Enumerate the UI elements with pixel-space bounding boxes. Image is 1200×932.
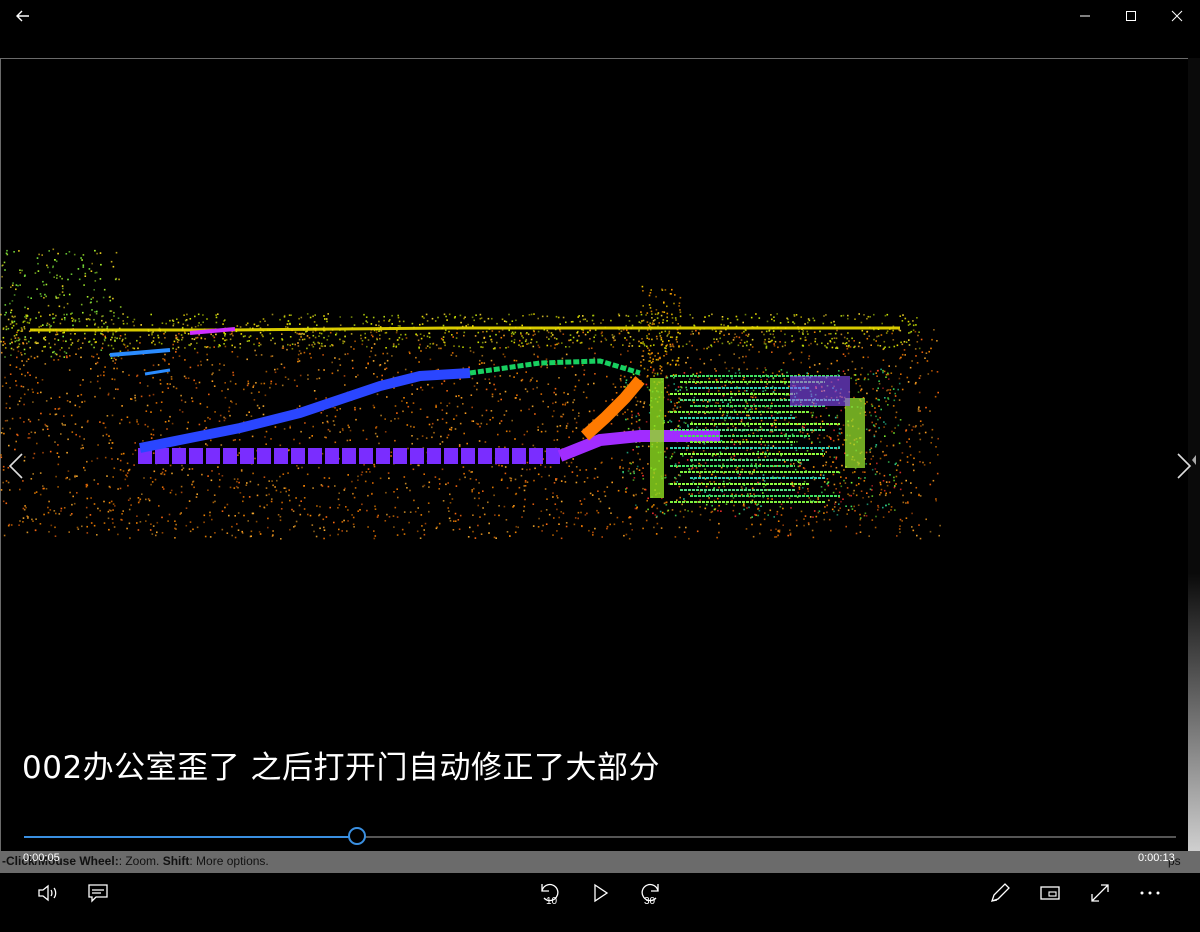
chevron-left-icon	[8, 453, 23, 479]
previous-button[interactable]	[4, 450, 28, 482]
total-time: 0:00:13	[1138, 852, 1175, 864]
chevron-right-icon	[1177, 453, 1192, 479]
hint-text-2: : More options.	[189, 854, 269, 868]
back-button[interactable]	[0, 0, 46, 32]
seek-progress	[24, 836, 357, 838]
fullscreen-icon	[1091, 884, 1109, 902]
rewind-10-icon: 10	[541, 883, 559, 906]
seek-thumb[interactable]	[347, 827, 366, 845]
back-arrow-icon	[16, 10, 29, 22]
maximize-button[interactable]	[1108, 0, 1154, 32]
title-bar	[0, 0, 1200, 32]
volume-button[interactable]	[28, 873, 68, 913]
point-cloud-map	[0, 248, 941, 540]
rewind-button[interactable]: 10	[530, 873, 570, 913]
close-button[interactable]	[1154, 0, 1200, 32]
maximize-icon	[1126, 11, 1136, 21]
forward-button[interactable]: 30	[630, 873, 670, 913]
play-icon	[594, 883, 609, 903]
edit-button[interactable]	[980, 873, 1020, 913]
current-time: 0:00:05	[23, 852, 60, 864]
more-button[interactable]	[1130, 873, 1170, 913]
forward-30-icon: 30	[641, 883, 659, 906]
mini-view-icon	[1040, 886, 1060, 900]
hint-text-1: : Zoom.	[118, 854, 163, 868]
fullscreen-button[interactable]	[1080, 873, 1120, 913]
hint-bold-1: -Click/Mouse Wheel:	[2, 854, 119, 868]
captions-icon	[88, 884, 108, 903]
edit-icon	[990, 883, 1010, 903]
minimize-icon	[1080, 15, 1090, 17]
minimize-button[interactable]	[1062, 0, 1108, 32]
hint-bold-2: Shift	[162, 854, 190, 868]
next-button[interactable]	[1172, 450, 1196, 482]
volume-icon	[38, 884, 57, 902]
mini-view-button[interactable]	[1030, 873, 1070, 913]
more-icon	[1140, 891, 1160, 895]
close-icon	[1171, 10, 1183, 22]
captions-button[interactable]	[78, 873, 118, 913]
video-subtitle: 002办公室歪了 之后打开门自动修正了大部分	[22, 750, 661, 786]
play-button[interactable]	[580, 873, 620, 913]
rewind-label: 10	[546, 896, 558, 906]
forward-label: 30	[644, 896, 656, 906]
